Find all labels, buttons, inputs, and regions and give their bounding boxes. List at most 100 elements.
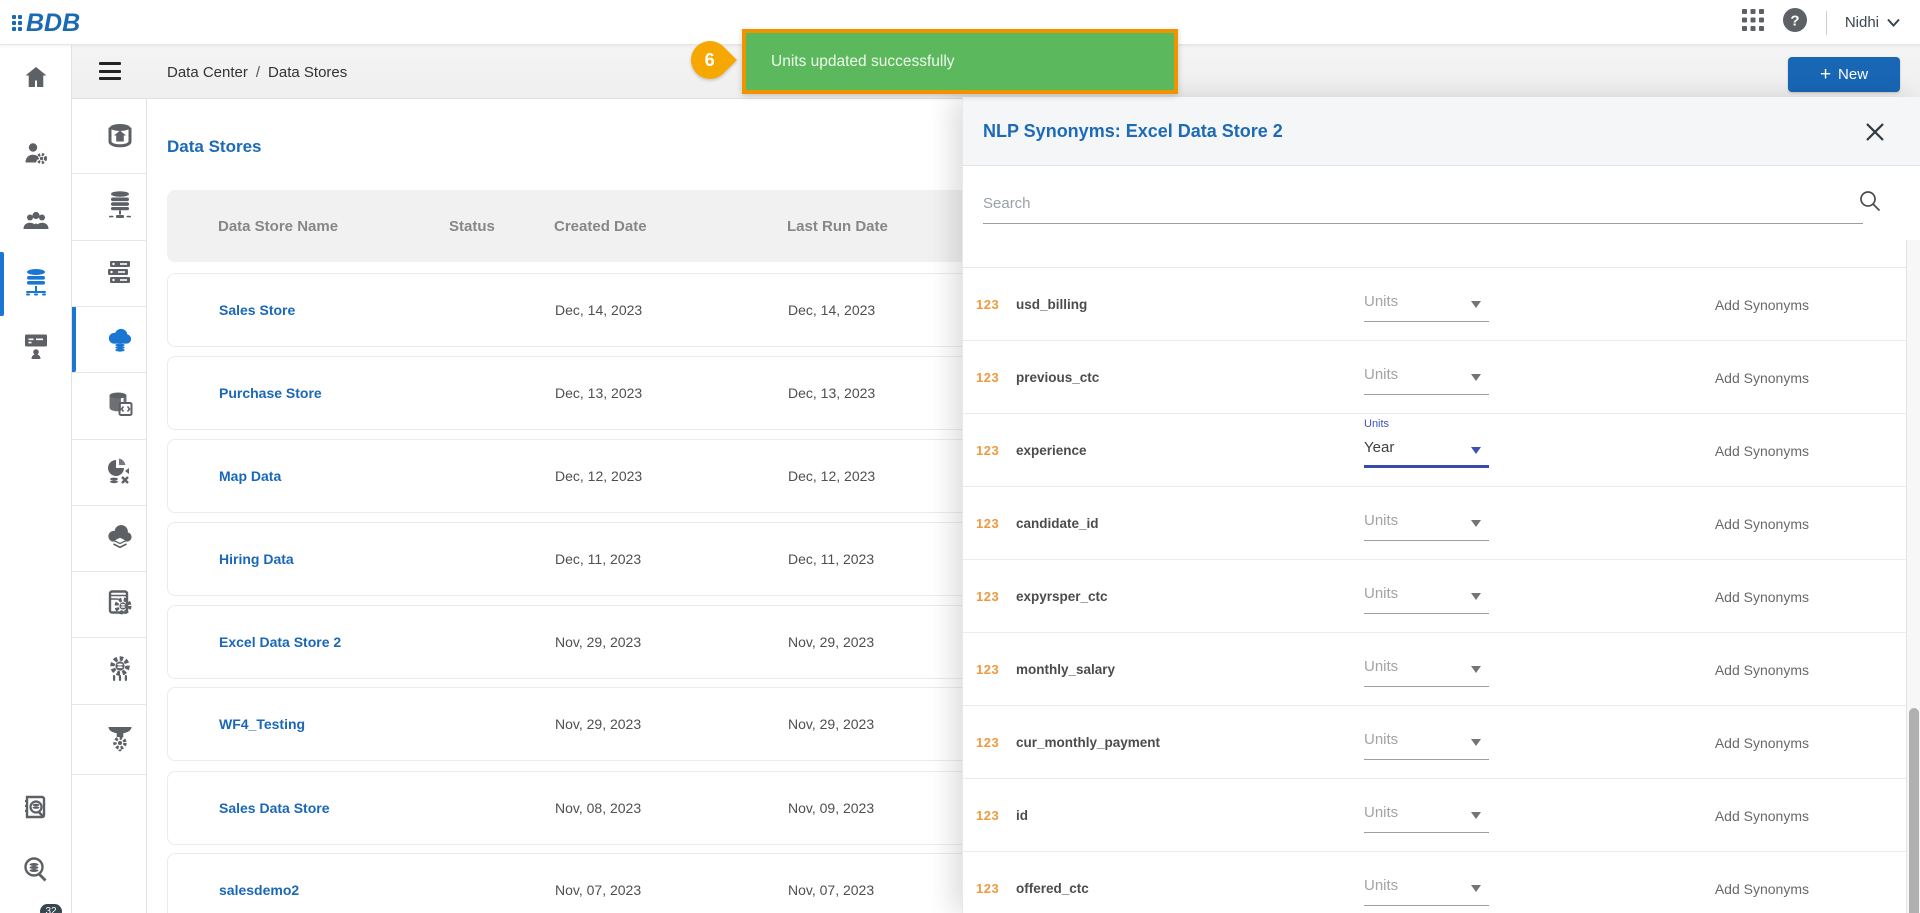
field-name: id xyxy=(1016,779,1028,852)
bdb-logo[interactable]: BDB xyxy=(12,5,80,41)
server-rack-icon[interactable] xyxy=(106,258,134,286)
numeric-type-icon: 123 xyxy=(976,706,999,779)
database-cluster-icon[interactable] xyxy=(106,191,134,219)
database-network-icon[interactable] xyxy=(22,269,50,297)
field-name: experience xyxy=(1016,414,1087,487)
add-synonyms-link[interactable]: Add Synonyms xyxy=(1715,487,1809,560)
add-synonyms-link[interactable]: Add Synonyms xyxy=(1715,268,1809,341)
toast-message: Units updated successfully xyxy=(771,53,955,71)
created-date-cell: Nov, 29, 2023 xyxy=(555,688,641,760)
notification-count-badge: 32 xyxy=(40,904,62,913)
topbar-divider xyxy=(1826,11,1827,35)
page-title: Data Stores xyxy=(167,137,261,157)
last-run-date-cell: Dec, 13, 2023 xyxy=(788,357,875,429)
field-list: 123 usd_billing Units Add Synonyms 123 p… xyxy=(963,267,1907,913)
units-dropdown[interactable]: Units xyxy=(1364,725,1489,760)
data-store-link[interactable]: Purchase Store xyxy=(219,357,322,429)
created-date-cell: Dec, 11, 2023 xyxy=(555,523,641,595)
add-synonyms-link[interactable]: Add Synonyms xyxy=(1715,706,1809,779)
panel-scrollbar-thumb[interactable] xyxy=(1909,708,1919,913)
search-input[interactable] xyxy=(983,184,1863,224)
units-dropdown[interactable]: Units xyxy=(1364,871,1489,906)
add-synonyms-link[interactable]: Add Synonyms xyxy=(1715,341,1809,414)
field-name: expyrsper_ctc xyxy=(1016,560,1108,633)
data-funnel-icon[interactable] xyxy=(106,724,134,752)
home-icon[interactable] xyxy=(22,63,50,91)
last-run-date-cell: Nov, 29, 2023 xyxy=(788,606,874,678)
user-group-icon[interactable] xyxy=(22,207,50,235)
add-synonyms-link[interactable]: Add Synonyms xyxy=(1715,633,1809,706)
menu-toggle-icon[interactable] xyxy=(99,62,121,81)
new-button-label: New xyxy=(1838,66,1868,83)
svg-text:?: ? xyxy=(1790,13,1799,30)
created-date-cell: Dec, 14, 2023 xyxy=(555,274,642,346)
units-dropdown[interactable]: Units xyxy=(1364,579,1489,614)
caret-down-icon xyxy=(1471,301,1481,308)
column-header-created: Created Date xyxy=(554,190,647,262)
field-name: cur_monthly_payment xyxy=(1016,706,1160,779)
created-date-cell: Dec, 12, 2023 xyxy=(555,440,642,512)
add-synonyms-link[interactable]: Add Synonyms xyxy=(1715,852,1809,913)
search-icon[interactable] xyxy=(1859,190,1881,217)
data-prep-icon[interactable] xyxy=(106,457,134,485)
data-store-link[interactable]: Map Data xyxy=(219,440,281,512)
units-dropdown-selected[interactable]: Units Year xyxy=(1364,433,1489,468)
breadcrumb-data-stores[interactable]: Data Stores xyxy=(268,64,347,81)
catalog-search-icon[interactable] xyxy=(22,795,50,823)
numeric-type-icon: 123 xyxy=(976,341,999,414)
panel-title: NLP Synonyms: Excel Data Store 2 xyxy=(983,97,1283,166)
data-store-link[interactable]: salesdemo2 xyxy=(219,854,299,913)
data-store-link[interactable]: WF4_Testing xyxy=(219,688,305,760)
cloud-layers-icon[interactable] xyxy=(106,523,134,551)
units-dropdown[interactable]: Units xyxy=(1364,798,1489,833)
field-row: 123 expyrsper_ctc Units Add Synonyms xyxy=(963,560,1907,633)
units-floating-label: Units xyxy=(1364,418,1389,430)
secondary-active-indicator xyxy=(72,306,76,372)
close-icon[interactable] xyxy=(1863,120,1887,144)
add-synonyms-link[interactable]: Add Synonyms xyxy=(1715,414,1809,487)
help-icon[interactable]: ? xyxy=(1782,7,1808,38)
caret-down-icon xyxy=(1471,593,1481,600)
field-row: 123 id Units Add Synonyms xyxy=(963,779,1907,852)
breadcrumb-data-center[interactable]: Data Center xyxy=(167,64,248,81)
caret-down-icon xyxy=(1471,374,1481,381)
database-home-icon[interactable] xyxy=(106,122,134,150)
created-date-cell: Nov, 08, 2023 xyxy=(555,772,641,844)
units-dropdown[interactable]: Units xyxy=(1364,506,1489,541)
data-store-link[interactable]: Hiring Data xyxy=(219,523,294,595)
field-row: 123 monthly_salary Units Add Synonyms xyxy=(963,633,1907,706)
field-name: usd_billing xyxy=(1016,268,1087,341)
apps-grid-icon[interactable] xyxy=(1742,9,1764,36)
add-synonyms-link[interactable]: Add Synonyms xyxy=(1715,779,1809,852)
cloud-database-icon[interactable] xyxy=(106,325,134,353)
field-row-selected: 123 experience Units Year Add Synonyms xyxy=(963,414,1907,487)
primary-active-indicator xyxy=(0,252,4,316)
units-dropdown[interactable]: Units xyxy=(1364,287,1489,322)
column-header-name: Data Store Name xyxy=(218,190,338,262)
panel-scrollbar-track[interactable] xyxy=(1906,240,1920,913)
api-gear-icon[interactable] xyxy=(106,655,134,683)
data-search-icon[interactable] xyxy=(22,855,50,883)
field-row: 123 usd_billing Units Add Synonyms xyxy=(963,268,1907,341)
data-store-link[interactable]: Sales Data Store xyxy=(219,772,330,844)
user-menu[interactable]: Nidhi xyxy=(1845,14,1900,31)
add-synonyms-link[interactable]: Add Synonyms xyxy=(1715,560,1809,633)
presentation-user-icon[interactable] xyxy=(22,332,50,360)
caret-down-icon xyxy=(1471,447,1481,454)
user-settings-icon[interactable] xyxy=(22,139,50,167)
last-run-date-cell: Nov, 29, 2023 xyxy=(788,688,874,760)
numeric-type-icon: 123 xyxy=(976,560,999,633)
logo-text: BDB xyxy=(26,9,80,38)
created-date-cell: Nov, 07, 2023 xyxy=(555,854,641,913)
units-dropdown[interactable]: Units xyxy=(1364,360,1489,395)
last-run-date-cell: Nov, 07, 2023 xyxy=(788,854,874,913)
settings-database-icon[interactable] xyxy=(106,589,134,617)
data-store-link[interactable]: Excel Data Store 2 xyxy=(219,606,341,678)
database-code-icon[interactable] xyxy=(106,391,134,419)
panel-search-row xyxy=(963,166,1920,240)
units-dropdown[interactable]: Units xyxy=(1364,652,1489,687)
secondary-sidebar xyxy=(72,99,147,913)
new-button[interactable]: + New xyxy=(1788,57,1900,92)
data-store-link[interactable]: Sales Store xyxy=(219,274,295,346)
created-date-cell: Dec, 13, 2023 xyxy=(555,357,642,429)
